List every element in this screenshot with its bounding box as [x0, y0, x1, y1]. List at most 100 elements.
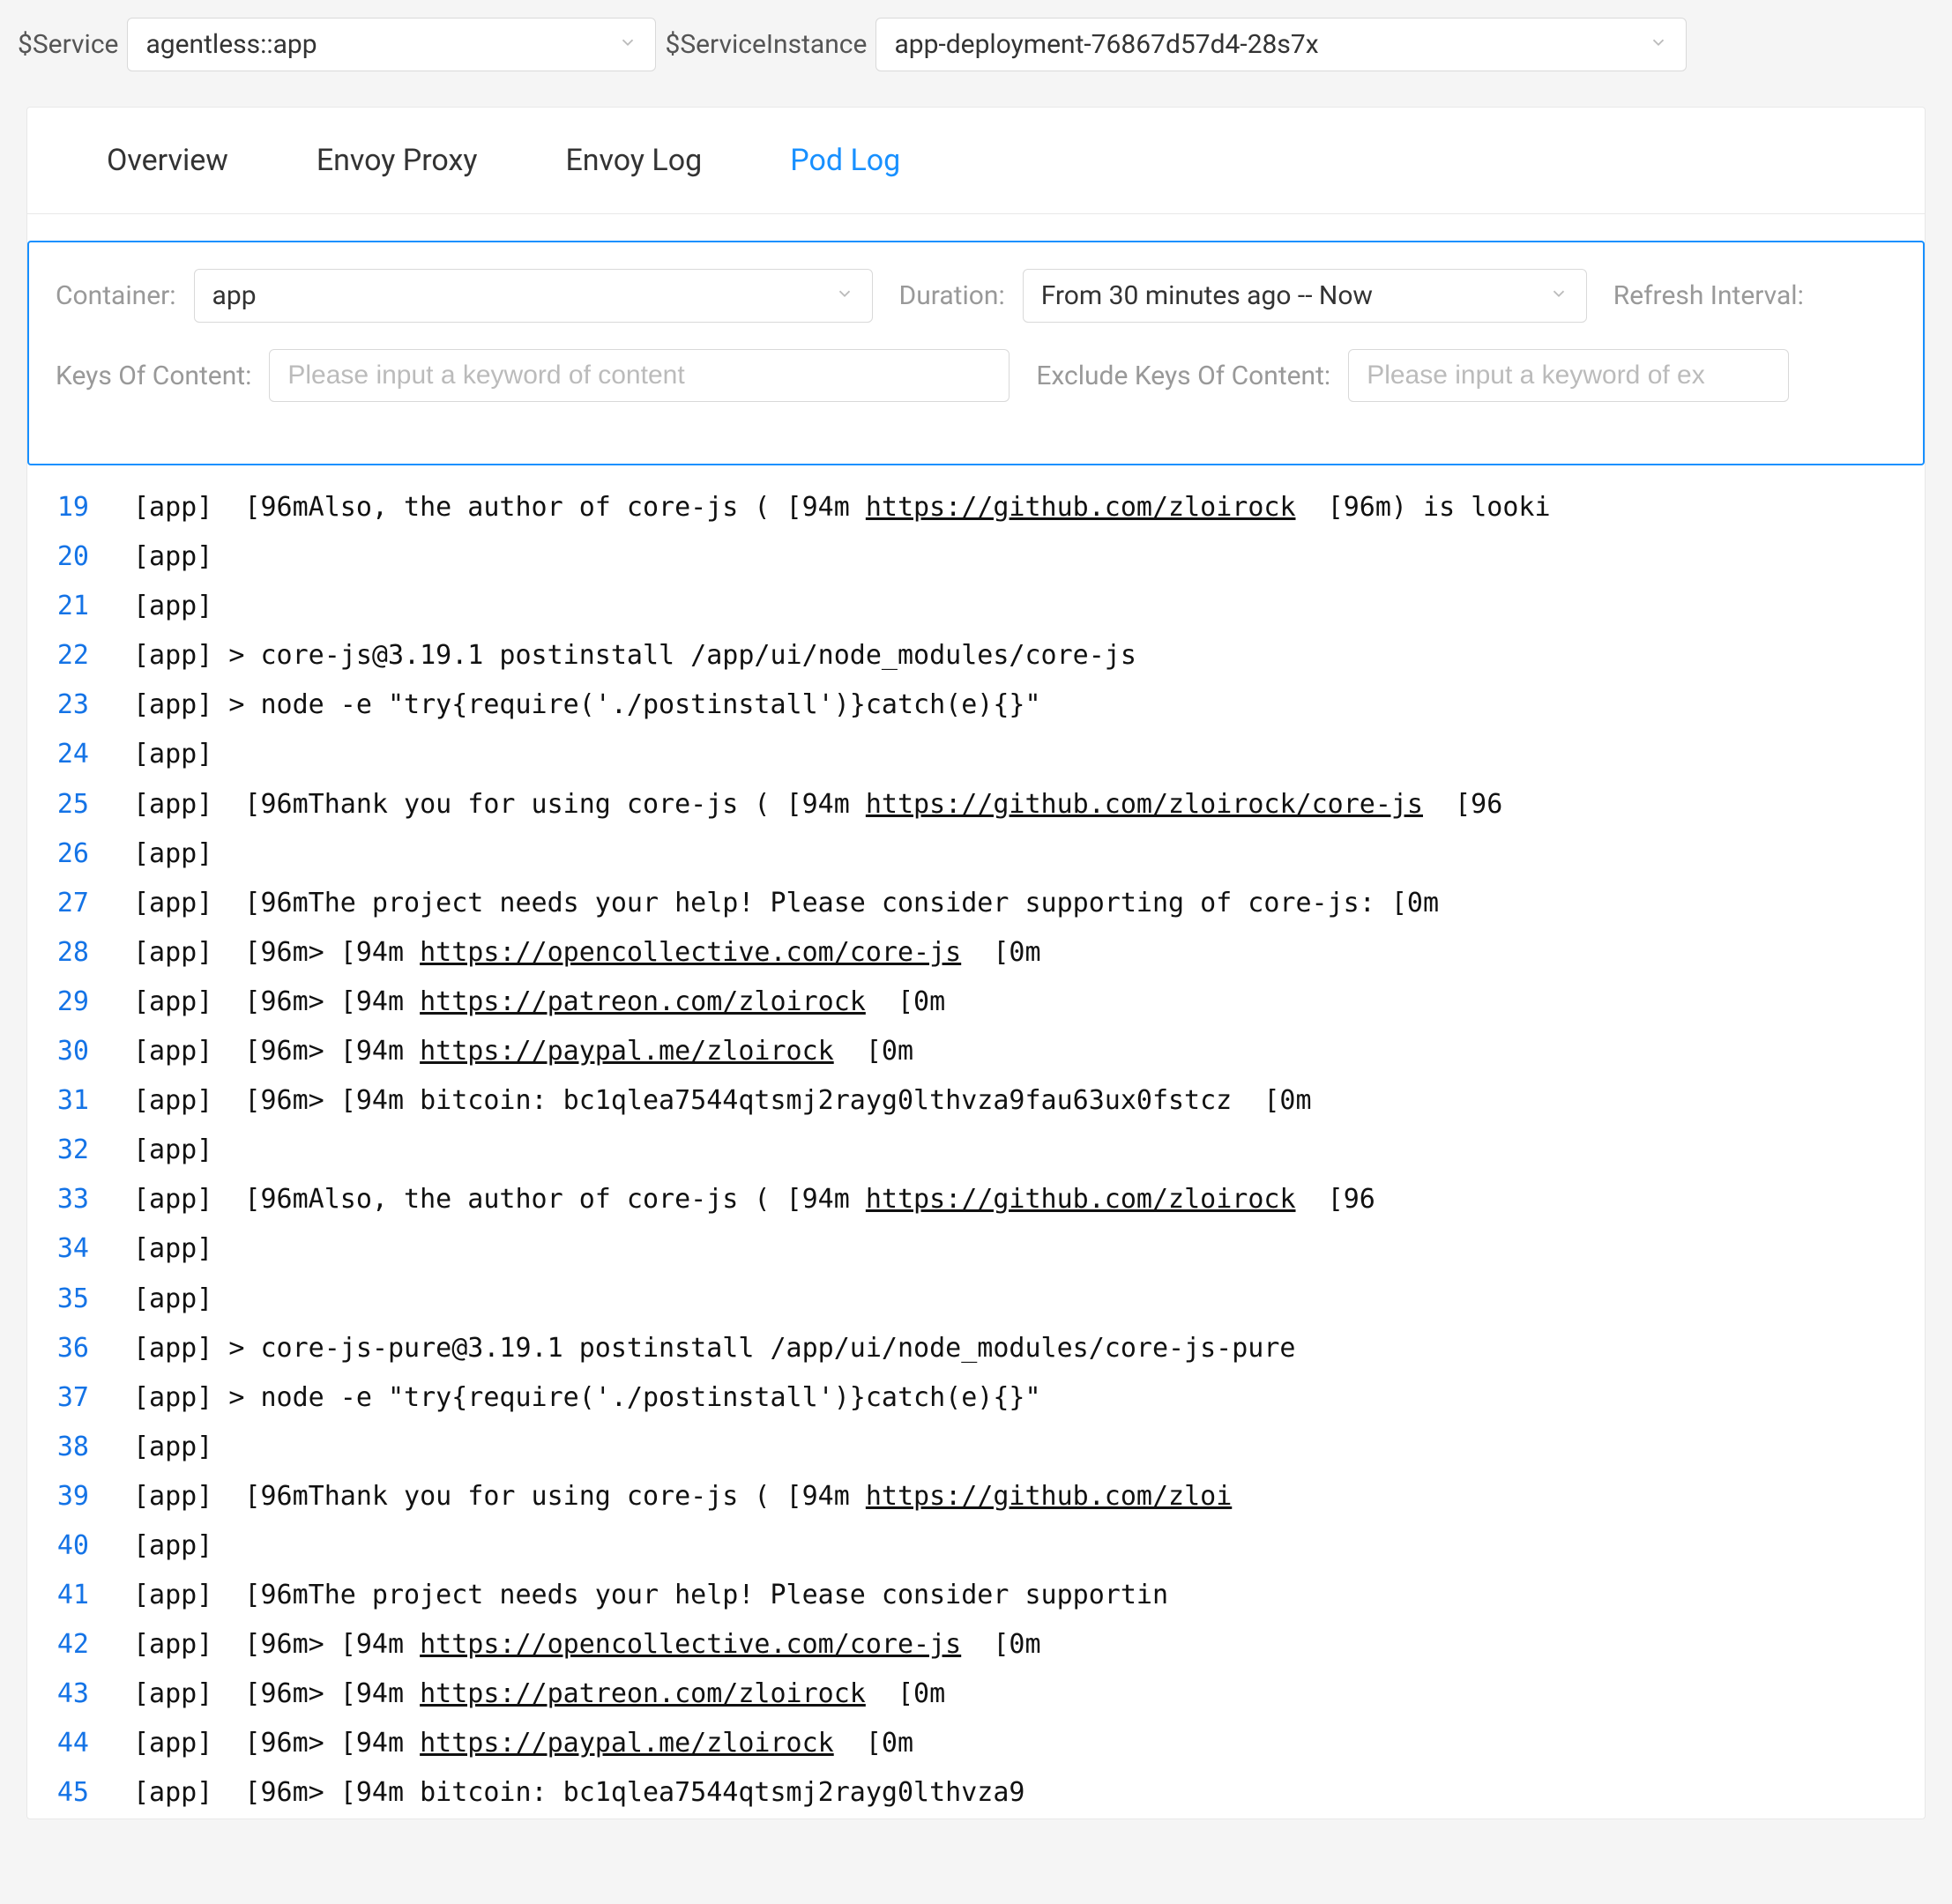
log-row: 41[app] [96mThe project needs your help!…: [27, 1571, 1925, 1620]
line-content: [app] [96m> [94m https://paypal.me/zloir…: [133, 1027, 913, 1076]
log-link[interactable]: https://patreon.com/zloirock: [420, 986, 866, 1017]
line-number: 21: [27, 582, 133, 631]
keyword-row: Keys Of Content: Exclude Keys Of Content…: [56, 349, 1896, 402]
log-row: 34[app]: [27, 1224, 1925, 1274]
log-row: 37[app] > node -e "try{require('./postin…: [27, 1373, 1925, 1423]
log-row: 24[app]: [27, 730, 1925, 779]
log-row: 38[app]: [27, 1423, 1925, 1472]
log-row: 19[app] [96mAlso, the author of core-js …: [27, 483, 1925, 532]
container-select-value: app: [212, 280, 257, 311]
chevron-down-icon: [1649, 33, 1668, 57]
line-content: [app] > core-js-pure@3.19.1 postinstall …: [133, 1324, 1296, 1373]
duration-filter: Duration: From 30 minutes ago -- Now: [899, 269, 1587, 323]
log-row: 25[app] [96mThank you for using core-js …: [27, 780, 1925, 829]
log-row: 31[app] [96m> [94m bitcoin: bc1qlea7544q…: [27, 1076, 1925, 1126]
line-number: 39: [27, 1472, 133, 1521]
log-row: 32[app]: [27, 1126, 1925, 1175]
log-link[interactable]: https://github.com/zloirock: [866, 492, 1296, 523]
line-number: 44: [27, 1719, 133, 1768]
line-content: [app]: [133, 1126, 228, 1175]
line-number: 23: [27, 681, 133, 730]
line-number: 42: [27, 1620, 133, 1670]
line-content: [app] > node -e "try{require('./postinst…: [133, 681, 1041, 730]
log-row: 33[app] [96mAlso, the author of core-js …: [27, 1175, 1925, 1224]
keys-input[interactable]: [269, 349, 1010, 402]
serviceinstance-select[interactable]: app-deployment-76867d57d4-28s7x: [875, 18, 1687, 71]
tab-envoy-log[interactable]: Envoy Log: [521, 108, 746, 213]
log-link[interactable]: https://github.com/zloirock: [866, 1184, 1296, 1215]
log-row: 43[app] [96m> [94m https://patreon.com/z…: [27, 1670, 1925, 1719]
log-link[interactable]: https://opencollective.com/core-js: [420, 937, 961, 968]
refresh-label: Refresh Interval:: [1613, 280, 1804, 311]
content-card: Overview Envoy Proxy Envoy Log Pod Log C…: [26, 107, 1926, 1819]
exclude-label: Exclude Keys Of Content:: [1036, 361, 1330, 391]
refresh-filter: Refresh Interval:: [1613, 280, 1804, 311]
service-select[interactable]: agentless::app: [127, 18, 656, 71]
log-link[interactable]: https://paypal.me/zloirock: [420, 1036, 834, 1067]
container-label: Container:: [56, 280, 176, 311]
line-number: 30: [27, 1027, 133, 1076]
line-content: [app] [96mThank you for using core-js ( …: [133, 780, 1502, 829]
log-row: 28[app] [96m> [94m https://opencollectiv…: [27, 928, 1925, 978]
log-link[interactable]: https://github.com/zloirock/core-js: [866, 789, 1423, 820]
log-viewer[interactable]: 19[app] [96mAlso, the author of core-js …: [27, 465, 1925, 1818]
container-select[interactable]: app: [194, 269, 873, 323]
log-link[interactable]: https://patreon.com/zloirock: [420, 1678, 866, 1709]
duration-label: Duration:: [899, 280, 1005, 311]
line-content: [app] [96m> [94m https://opencollective.…: [133, 1620, 1041, 1670]
top-filter-bar: $Service agentless::app $ServiceInstance…: [0, 0, 1952, 89]
chevron-down-icon: [618, 33, 637, 57]
line-content: [app]: [133, 829, 228, 879]
line-number: 32: [27, 1126, 133, 1175]
log-link[interactable]: https://opencollective.com/core-js: [420, 1629, 961, 1660]
line-content: [app] [96m> [94m https://patreon.com/zlo…: [133, 1670, 945, 1719]
log-row: 44[app] [96m> [94m https://paypal.me/zlo…: [27, 1719, 1925, 1768]
exclude-filter: Exclude Keys Of Content:: [1036, 349, 1789, 402]
line-content: [app] > node -e "try{require('./postinst…: [133, 1373, 1041, 1423]
line-content: [app] [96m> [94m https://patreon.com/zlo…: [133, 978, 945, 1027]
line-number: 37: [27, 1373, 133, 1423]
log-row: 26[app]: [27, 829, 1925, 879]
container-filter: Container: app: [56, 269, 873, 323]
service-label: $Service: [18, 29, 118, 60]
line-number: 33: [27, 1175, 133, 1224]
line-content: [app] [96m> [94m https://opencollective.…: [133, 928, 1041, 978]
duration-select[interactable]: From 30 minutes ago -- Now: [1023, 269, 1587, 323]
line-content: [app] [96m> [94m bitcoin: bc1qlea7544qts…: [133, 1076, 1312, 1126]
line-content: [app] > core-js@3.19.1 postinstall /app/…: [133, 631, 1136, 681]
line-content: [app]: [133, 1521, 228, 1571]
tab-overview[interactable]: Overview: [63, 108, 272, 213]
log-link[interactable]: https://paypal.me/zloirock: [420, 1728, 834, 1759]
line-content: [app]: [133, 1275, 228, 1324]
line-content: [app] [96m> [94m bitcoin: bc1qlea7544qts…: [133, 1768, 1024, 1818]
line-number: 34: [27, 1224, 133, 1274]
line-number: 35: [27, 1275, 133, 1324]
log-row: 30[app] [96m> [94m https://paypal.me/zlo…: [27, 1027, 1925, 1076]
tabs: Overview Envoy Proxy Envoy Log Pod Log: [27, 108, 1925, 214]
log-row: 36[app] > core-js-pure@3.19.1 postinstal…: [27, 1324, 1925, 1373]
exclude-input[interactable]: [1348, 349, 1789, 402]
line-number: 41: [27, 1571, 133, 1620]
log-row: 45[app] [96m> [94m bitcoin: bc1qlea7544q…: [27, 1768, 1925, 1818]
log-row: 22[app] > core-js@3.19.1 postinstall /ap…: [27, 631, 1925, 681]
line-content: [app] [96mAlso, the author of core-js ( …: [133, 1175, 1375, 1224]
line-number: 36: [27, 1324, 133, 1373]
line-content: [app] [96mThe project needs your help! P…: [133, 1571, 1168, 1620]
tab-envoy-proxy[interactable]: Envoy Proxy: [272, 108, 522, 213]
log-link[interactable]: https://github.com/zloi: [866, 1481, 1232, 1512]
line-number: 31: [27, 1076, 133, 1126]
line-number: 43: [27, 1670, 133, 1719]
line-number: 25: [27, 780, 133, 829]
tab-pod-log[interactable]: Pod Log: [746, 108, 944, 213]
line-number: 27: [27, 879, 133, 928]
line-content: [app] [96mAlso, the author of core-js ( …: [133, 483, 1551, 532]
line-number: 45: [27, 1768, 133, 1818]
line-number: 26: [27, 829, 133, 879]
log-row: 29[app] [96m> [94m https://patreon.com/z…: [27, 978, 1925, 1027]
line-content: [app]: [133, 532, 228, 582]
log-row: 21[app]: [27, 582, 1925, 631]
line-number: 19: [27, 483, 133, 532]
log-row: 35[app]: [27, 1275, 1925, 1324]
keys-filter: Keys Of Content:: [56, 349, 1010, 402]
line-number: 40: [27, 1521, 133, 1571]
